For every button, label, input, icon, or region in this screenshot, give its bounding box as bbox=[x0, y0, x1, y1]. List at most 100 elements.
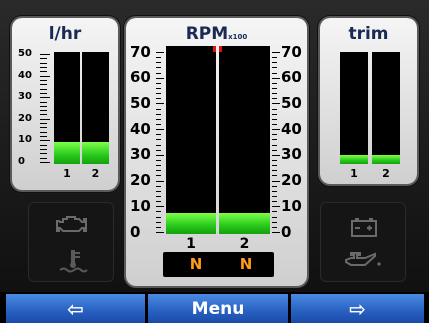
rpm-left-scale-tick-label: 50 bbox=[130, 93, 151, 112]
rpm-right-scale-tick bbox=[272, 206, 280, 208]
fuel-flow-scale-minor-tick bbox=[40, 110, 47, 112]
rpm-right-scale-tick bbox=[272, 103, 280, 105]
rpm-right-scale-tick bbox=[272, 180, 280, 182]
rpm-left-scale-minor-tick bbox=[156, 57, 161, 59]
rpm-left-scale-minor-tick bbox=[156, 196, 161, 197]
rpm-left-scale-tick-label: 20 bbox=[130, 171, 151, 190]
gear-1-indicator: N bbox=[189, 255, 203, 273]
fuel-flow-scale-tick-label: 0 bbox=[18, 156, 25, 167]
oil-pressure-icon bbox=[345, 252, 381, 266]
rpm-right-scale-minor-tick bbox=[272, 190, 277, 192]
fuel-flow-scale-tick bbox=[40, 118, 50, 120]
rpm-right-scale-tick-label: 40 bbox=[281, 119, 302, 138]
rpm-left-scale-minor-tick bbox=[156, 88, 161, 89]
rpm-left-scale-tick bbox=[156, 52, 164, 53]
fuel-flow-scale-minor-tick bbox=[40, 114, 47, 116]
left-warning-panel bbox=[28, 202, 114, 282]
fuel-flow-scale-minor-tick bbox=[40, 105, 47, 107]
fuel-flow-scale-tick-label: 10 bbox=[18, 134, 32, 146]
rpm-right-scale-minor-tick bbox=[272, 226, 277, 228]
battery-icon bbox=[351, 218, 377, 237]
rpm-left-scale-minor-tick bbox=[156, 144, 161, 146]
fuel-flow-scale-tick-label: 20 bbox=[18, 112, 32, 124]
rpm-left-scale-tick bbox=[156, 129, 164, 131]
rpm-right-scale-tick-label: 20 bbox=[281, 171, 302, 190]
rpm-left-scale-minor-tick bbox=[156, 134, 161, 136]
rpm-left-scale-minor-tick bbox=[156, 98, 161, 100]
rpm-right-scale-tick-label: 30 bbox=[281, 145, 302, 164]
rpm-right-scale-tick-label: 0 bbox=[281, 222, 292, 241]
fuel-flow-bar-1-fill bbox=[54, 141, 80, 164]
fuel-flow-scale-minor-tick bbox=[40, 92, 47, 94]
trim-bar-2-fill bbox=[372, 155, 400, 164]
rpm-left-scale-minor-tick bbox=[156, 67, 161, 69]
rpm-right-scale-tick bbox=[272, 154, 280, 156]
rpm-left-scale-tick bbox=[156, 232, 164, 233]
coolant-temp-icon bbox=[59, 250, 88, 273]
rpm-bar-1-fill bbox=[166, 212, 216, 234]
fuel-flow-scale-minor-tick bbox=[40, 88, 47, 90]
prev-button[interactable]: ⇦ bbox=[6, 294, 145, 323]
rpm-right-scale-minor-tick bbox=[272, 160, 277, 161]
rpm-right-scale-minor-tick bbox=[272, 211, 277, 213]
fuel-flow-scale-tick-label: 40 bbox=[18, 69, 32, 81]
fuel-flow-scale-tick bbox=[40, 162, 50, 163]
fuel-flow-scale-tick bbox=[40, 140, 50, 142]
rpm-right-scale-minor-tick bbox=[272, 113, 277, 115]
trim-gauge: trim 1 2 bbox=[320, 18, 417, 184]
trim-bar-2 bbox=[372, 52, 400, 164]
rpm-left-scale-tick bbox=[156, 103, 164, 105]
rpm-left-scale-minor-tick bbox=[156, 221, 161, 223]
fuel-flow-scale-minor-tick bbox=[40, 136, 47, 138]
rpm-left-scale-tick-label: 0 bbox=[130, 222, 141, 241]
rpm-left-scale-tick-label: 10 bbox=[130, 196, 151, 215]
fuel-flow-scale-minor-tick bbox=[40, 58, 47, 60]
rpm-right-scale-tick-label: 60 bbox=[281, 68, 302, 87]
fuel-flow-scale-minor-tick bbox=[40, 153, 47, 155]
rpm-right-scale-minor-tick bbox=[272, 170, 277, 172]
trim-bar-2-label: 2 bbox=[382, 167, 390, 180]
rpm-right-scale-minor-tick bbox=[272, 108, 277, 110]
rpm-left-scale-minor-tick bbox=[156, 185, 161, 187]
rpm-left-scale-minor-tick bbox=[156, 113, 161, 115]
rpm-right-scale-tick-label: 50 bbox=[281, 93, 302, 112]
next-button[interactable]: ⇨ bbox=[291, 294, 424, 323]
rpm-right-scale-minor-tick bbox=[272, 149, 277, 151]
fuel-flow-bar-1 bbox=[54, 52, 80, 164]
fuel-flow-scale-minor-tick bbox=[40, 62, 47, 64]
fuel-flow-bar-1-label: 1 bbox=[63, 167, 71, 180]
rpm-left-scale-minor-tick bbox=[156, 165, 161, 167]
rpm-right-scale-minor-tick bbox=[272, 185, 277, 187]
rpm-right-scale-minor-tick bbox=[272, 216, 277, 218]
rpm-left-scale-minor-tick bbox=[156, 170, 161, 172]
rpm-right-scale-minor-tick bbox=[272, 124, 277, 125]
rpm-left-scale-tick bbox=[156, 180, 164, 182]
fuel-flow-scale-tick bbox=[40, 54, 50, 55]
fuel-flow-scale-tick-label: 50 bbox=[18, 48, 32, 59]
rpm-right-scale-minor-tick bbox=[272, 118, 277, 120]
rpm-left-scale-minor-tick bbox=[156, 149, 161, 151]
rpm-left-scale-tick bbox=[156, 154, 164, 156]
rpm-right-scale-tick bbox=[272, 77, 280, 79]
fuel-flow-scale-minor-tick bbox=[40, 144, 47, 146]
rpm-right-scale-minor-tick bbox=[272, 57, 277, 59]
rpm-right-scale-minor-tick bbox=[272, 67, 277, 69]
rpm-left-scale-minor-tick bbox=[156, 72, 161, 74]
right-warning-panel bbox=[320, 202, 406, 282]
rpm-bar-1-redline bbox=[213, 46, 216, 52]
fuel-flow-gauge: l/hr 1 2 50 40 30 20 10 0 bbox=[12, 18, 118, 190]
fuel-flow-bar-2-label: 2 bbox=[91, 167, 100, 180]
check-engine-icon bbox=[56, 216, 87, 232]
arrow-left-icon: ⇦ bbox=[67, 296, 84, 321]
rpm-right-scale-minor-tick bbox=[272, 82, 277, 84]
fuel-flow-scale-tick-label: 30 bbox=[18, 91, 32, 103]
rpm-left-scale-tick-label: 60 bbox=[130, 68, 151, 87]
rpm-bar-2-redline bbox=[219, 46, 222, 52]
rpm-left-scale-tick-label: 70 bbox=[130, 42, 151, 61]
menu-button[interactable]: Menu bbox=[148, 294, 288, 323]
rpm-right-scale-tick-label: 10 bbox=[281, 196, 302, 215]
rpm-right-scale-minor-tick bbox=[272, 139, 277, 141]
fuel-flow-scale-minor-tick bbox=[40, 66, 47, 68]
rpm-right-scale-minor-tick bbox=[272, 221, 277, 223]
rpm-right-scale-tick bbox=[272, 52, 280, 53]
